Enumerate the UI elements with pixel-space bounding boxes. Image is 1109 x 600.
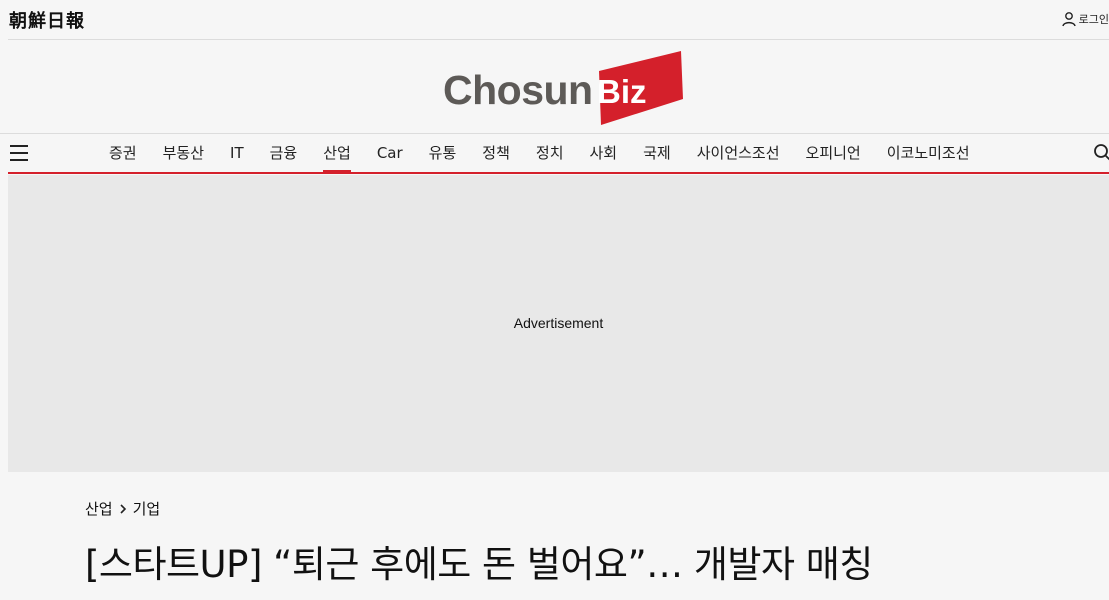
nav-item-car[interactable]: Car <box>364 134 416 173</box>
nav-item-stocks[interactable]: 증권 <box>96 134 150 173</box>
nav-accent-line <box>8 172 1109 174</box>
advertisement-slot[interactable]: Advertisement <box>8 175 1109 472</box>
nav-item-industry[interactable]: 산업 <box>310 134 364 173</box>
search-icon[interactable] <box>1093 143 1109 163</box>
nav-item-politics[interactable]: 정치 <box>523 134 577 173</box>
breadcrumb: 산업 기업 <box>85 498 160 519</box>
logo-text-chosun: Chosun <box>443 67 593 113</box>
top-bar: 朝鮮日報 로그인 <box>0 0 1109 40</box>
nav-item-science-chosun[interactable]: 사이언스조선 <box>684 134 793 173</box>
breadcrumb-subsection[interactable]: 기업 <box>133 498 161 519</box>
login-link[interactable]: 로그인 <box>1061 11 1109 27</box>
chosunbiz-logo[interactable]: Chosun Biz <box>443 51 683 125</box>
article-headline: [스타트UP] “퇴근 후에도 돈 벌어요”… 개발자 매칭 <box>85 543 873 586</box>
nav-item-society[interactable]: 사회 <box>577 134 631 173</box>
hamburger-menu-icon[interactable] <box>10 144 30 162</box>
breadcrumb-section[interactable]: 산업 <box>85 498 113 519</box>
logo-text-biz: Biz <box>597 73 647 110</box>
chosun-ilbo-hanja-logo[interactable]: 朝鮮日報 <box>9 7 85 33</box>
nav-list: 증권 부동산 IT 금융 산업 Car 유통 정책 정치 사회 국제 사이언스조… <box>96 134 983 173</box>
advertisement-label: Advertisement <box>513 315 604 331</box>
nav-item-finance[interactable]: 금융 <box>257 134 311 173</box>
nav-item-international[interactable]: 국제 <box>630 134 684 173</box>
chevron-right-icon <box>120 503 126 514</box>
nav-item-economy-chosun[interactable]: 이코노미조선 <box>874 134 983 173</box>
nav-item-it[interactable]: IT <box>217 134 257 173</box>
nav-item-distribution[interactable]: 유통 <box>416 134 470 173</box>
top-divider <box>8 39 1109 40</box>
main-nav: 증권 부동산 IT 금융 산업 Car 유통 정책 정치 사회 국제 사이언스조… <box>0 133 1109 174</box>
user-icon <box>1061 12 1076 27</box>
nav-item-realestate[interactable]: 부동산 <box>150 134 217 173</box>
login-label: 로그인 <box>1078 13 1109 26</box>
nav-item-opinion[interactable]: 오피니언 <box>793 134 874 173</box>
nav-item-policy[interactable]: 정책 <box>469 134 523 173</box>
